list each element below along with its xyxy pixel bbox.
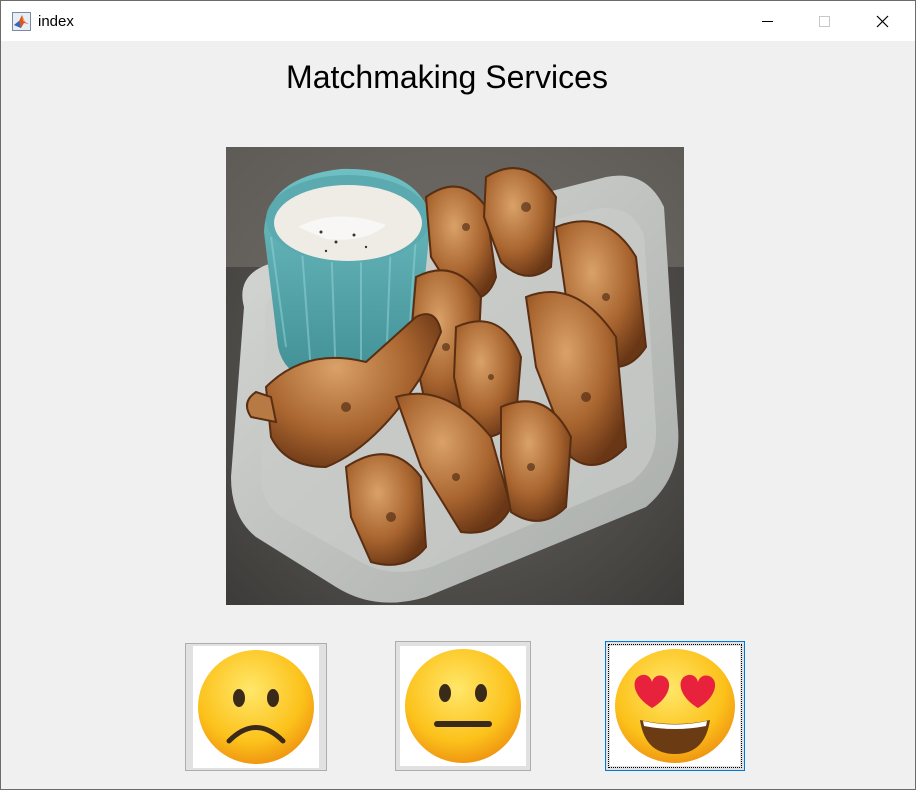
maximize-icon xyxy=(819,16,830,27)
app-window: index Matchmaking Services xyxy=(0,0,916,790)
neutral-face-button[interactable] xyxy=(395,641,531,771)
heart-eyes-face-icon xyxy=(610,646,740,766)
title-bar[interactable]: index xyxy=(1,1,915,41)
maximize-button[interactable] xyxy=(795,1,853,41)
window-title: index xyxy=(38,13,74,30)
close-button[interactable] xyxy=(853,1,911,41)
close-icon xyxy=(876,15,889,28)
minimize-icon xyxy=(762,21,773,22)
neutral-face-icon xyxy=(400,646,526,766)
heart-eyes-button[interactable] xyxy=(605,641,745,771)
minimize-button[interactable] xyxy=(738,1,796,41)
matlab-app-icon xyxy=(12,12,31,31)
sad-face-button[interactable] xyxy=(185,643,327,771)
page-title: Matchmaking Services xyxy=(286,59,608,95)
frowning-face-icon xyxy=(193,646,319,768)
food-photo xyxy=(226,147,684,605)
